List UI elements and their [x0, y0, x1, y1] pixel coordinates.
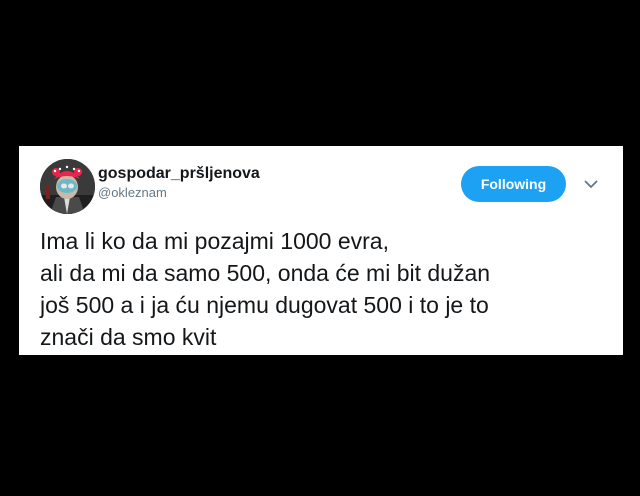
avatar[interactable]	[40, 159, 95, 214]
display-name[interactable]: gospodar_pršljenova	[98, 165, 260, 183]
tweet-text-line: ali da mi da samo 500, onda će mi bit du…	[40, 260, 491, 286]
following-button[interactable]: Following	[461, 166, 566, 202]
user-block: gospodar_pršljenova @okleznam	[98, 165, 260, 201]
user-handle[interactable]: @okleznam	[98, 185, 260, 201]
tweet-card: gospodar_pršljenova @okleznam Following …	[19, 146, 623, 355]
tweet-text: Ima li ko da mi pozajmi 1000 evra, ali d…	[40, 225, 615, 353]
chevron-down-icon	[584, 180, 598, 188]
tweet-menu-button[interactable]	[581, 176, 601, 192]
tweet-text-line: znači da smo kvit	[40, 324, 217, 350]
tweet-text-line: još 500 a i ja ću njemu dugovat 500 i to…	[40, 292, 489, 318]
tweet-text-line: Ima li ko da mi pozajmi 1000 evra,	[40, 228, 389, 254]
profile-avatar-icon	[40, 159, 95, 214]
